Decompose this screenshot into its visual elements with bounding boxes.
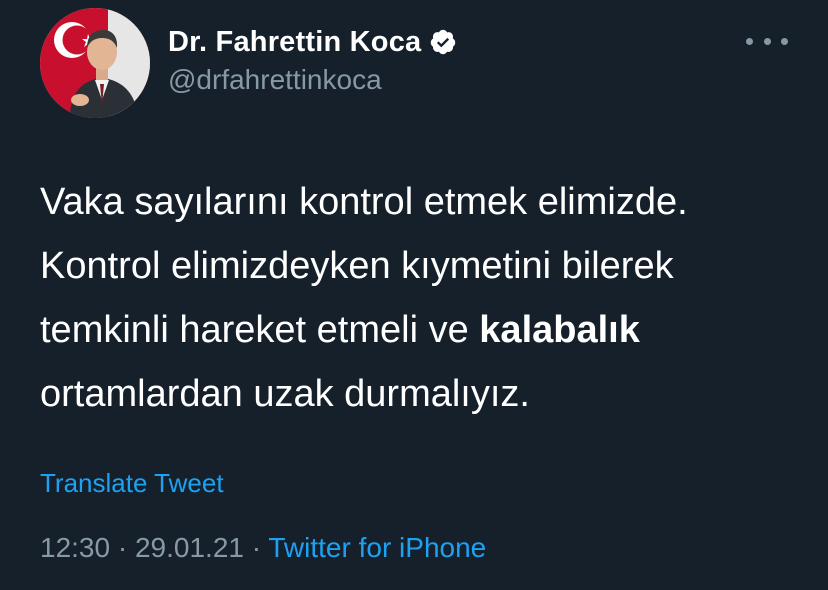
author-handle[interactable]: @drfahrettinkoca <box>168 64 382 96</box>
tweet-line-1: Vaka sayılarını kontrol etmek elimizde. <box>40 181 688 223</box>
meta-separator: · <box>110 532 135 563</box>
tweet-card: Dr. Fahrettin Koca @drfahrettinkoca Vaka… <box>0 0 828 590</box>
more-options-icon[interactable] <box>746 30 788 52</box>
tweet-line-2: Kontrol elimizdeyken kıymetini bilerek <box>40 245 674 287</box>
tweet-line-3: temkinli hareket etmeli ve kalabalık <box>40 309 640 351</box>
profile-photo-icon[interactable] <box>40 8 150 118</box>
dot <box>763 37 771 45</box>
author-display-name[interactable]: Dr. Fahrettin Koca <box>168 26 421 59</box>
tweet-time[interactable]: 12:30 <box>40 532 110 563</box>
verified-badge-icon <box>429 28 457 56</box>
tweet-line-4: ortamlardan uzak durmalıyız. <box>40 373 530 415</box>
tweet-date[interactable]: 29.01.21 <box>135 532 244 563</box>
dot <box>781 37 788 45</box>
author-name-row[interactable]: Dr. Fahrettin Koca <box>168 24 457 60</box>
tweet-text: Vaka sayılarını kontrol etmek elimizde. … <box>40 170 810 426</box>
meta-separator: · <box>243 532 269 563</box>
dot <box>746 37 753 45</box>
tweet-source-link[interactable]: Twitter for iPhone <box>268 532 486 563</box>
tweet-line-3-start: temkinli hareket etmeli ve <box>40 309 480 351</box>
tweet-meta: 12:30 · 29.01.21 · Twitter for iPhone <box>40 532 486 564</box>
tweet-bold-word: kalabalık <box>479 309 640 351</box>
translate-tweet-link[interactable]: Translate Tweet <box>40 468 224 499</box>
